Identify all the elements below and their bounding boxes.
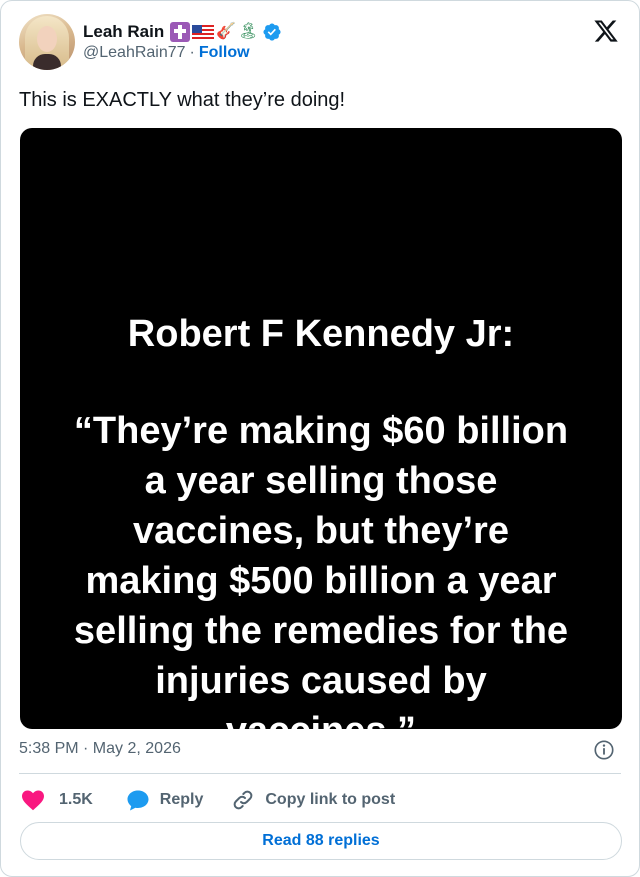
desert-island-icon: 🏝 bbox=[238, 23, 259, 40]
us-flag-icon bbox=[192, 24, 215, 40]
author-display-name[interactable]: Leah Rain bbox=[83, 22, 164, 42]
action-bar: 1.5K Reply Copy link to post bbox=[21, 787, 395, 813]
tweet-header: Leah Rain 🎸 🏝 @LeahRain77 · Follow bbox=[19, 14, 623, 72]
like-count: 1.5K bbox=[59, 791, 93, 808]
image-quote: “They’re making $60 billion a year selli… bbox=[20, 406, 622, 729]
tweet-timestamp[interactable]: 5:38 PM · May 2, 2026 bbox=[19, 740, 181, 758]
tweet-media-image[interactable]: Robert F Kennedy Jr: “They’re making $60… bbox=[20, 128, 622, 729]
quote-line: vaccines, but they’re bbox=[133, 510, 509, 552]
author-handle-row: @LeahRain77 · Follow bbox=[83, 44, 250, 62]
info-icon[interactable] bbox=[593, 739, 615, 761]
separator-dot: · bbox=[189, 44, 195, 61]
image-title: Robert F Kennedy Jr: bbox=[127, 313, 515, 355]
reply-label: Reply bbox=[159, 791, 204, 808]
speech-bubble-icon bbox=[127, 790, 149, 811]
copy-link-button[interactable]: Copy link to post bbox=[231, 788, 395, 812]
quote-line: making $500 billion a year bbox=[85, 560, 557, 602]
author-handle[interactable]: @LeahRain77 bbox=[83, 44, 186, 62]
copy-link-label: Copy link to post bbox=[265, 791, 396, 808]
avatar[interactable] bbox=[19, 14, 75, 70]
like-button[interactable]: 1.5K bbox=[21, 789, 93, 811]
quote-line: vaccines.” bbox=[20, 706, 622, 729]
reply-button[interactable]: Reply bbox=[126, 788, 204, 812]
tweet-embed-card: Leah Rain 🎸 🏝 @LeahRain77 · Follow This … bbox=[0, 0, 640, 877]
quote-line: injuries caused by bbox=[155, 660, 487, 702]
quote-line: a year selling those bbox=[144, 460, 498, 502]
verified-badge-icon bbox=[263, 23, 282, 41]
heart-icon bbox=[22, 790, 44, 811]
link-icon bbox=[234, 790, 253, 810]
guitar-icon: 🎸 bbox=[216, 23, 237, 40]
tweet-text: This is EXACTLY what they’re doing! bbox=[19, 89, 346, 111]
quote-line: “They’re making $60 billion bbox=[73, 410, 569, 452]
quote-line: selling the remedies for the bbox=[73, 610, 569, 652]
latin-cross-icon bbox=[170, 22, 191, 42]
follow-link[interactable]: Follow bbox=[199, 44, 250, 62]
name-emojis: 🎸 🏝 bbox=[170, 22, 258, 42]
x-logo-icon[interactable] bbox=[593, 18, 619, 44]
read-replies-button[interactable]: Read 88 replies bbox=[20, 822, 622, 860]
divider bbox=[19, 773, 621, 774]
author-name-row: Leah Rain 🎸 🏝 bbox=[83, 20, 282, 44]
